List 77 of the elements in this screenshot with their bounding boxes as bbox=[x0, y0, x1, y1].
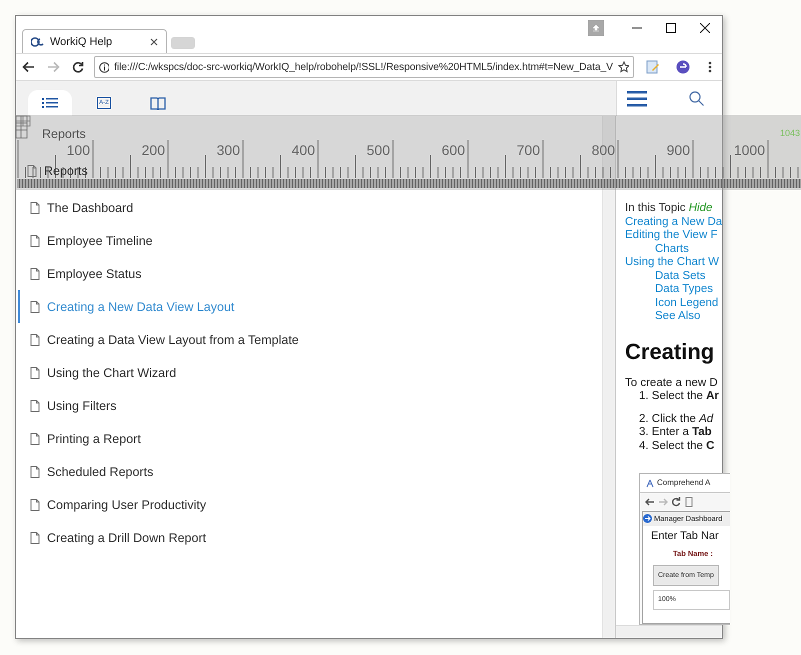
topic-link[interactable]: Icon Legend bbox=[625, 296, 718, 310]
toc-item[interactable]: Printing a Report bbox=[18, 422, 602, 455]
hide-link[interactable]: Hide bbox=[688, 202, 712, 214]
list-icon bbox=[42, 97, 58, 109]
reload-icon[interactable] bbox=[72, 61, 84, 73]
toc-item[interactable]: Creating a Data View Layout from a Template bbox=[18, 323, 602, 356]
extension-icon[interactable] bbox=[676, 60, 690, 74]
document-icon bbox=[30, 234, 40, 246]
upload-icon bbox=[592, 24, 600, 32]
back-icon[interactable] bbox=[22, 61, 35, 73]
minimize-icon bbox=[632, 27, 642, 29]
sidebar-tab[interactable] bbox=[28, 90, 72, 116]
document-icon bbox=[30, 202, 40, 214]
address-field[interactable]: file:///C:/wkspcs/doc-src-workiq/WorkIQ_help/robohelp/!SSL!/Responsive%20HTML5/index.htm#t=New_Data_V bbox=[94, 56, 634, 78]
close-icon bbox=[700, 23, 710, 33]
ruler-number: 500 bbox=[366, 142, 390, 158]
toc-item[interactable]: Employee Status bbox=[18, 257, 602, 290]
breadcrumb[interactable]: Reports bbox=[42, 127, 86, 141]
ruler-number: 900 bbox=[666, 142, 690, 158]
topic-toc-label: In this Topic bbox=[625, 202, 686, 214]
toc-item[interactable]: Using Filters bbox=[18, 389, 602, 422]
ruler-number: 400 bbox=[292, 142, 315, 158]
topic-link[interactable]: Data Sets bbox=[625, 270, 706, 284]
toc-item[interactable]: Creating a Drill Down Report bbox=[18, 521, 602, 554]
step-text: 1. Select the Ar bbox=[638, 390, 719, 404]
document-icon bbox=[30, 432, 40, 444]
toc-item[interactable]: Using the Chart Wizard bbox=[18, 356, 602, 389]
maximize-icon bbox=[666, 23, 676, 33]
nav-arrows-icon bbox=[645, 497, 693, 508]
ruler-grid-icon bbox=[15, 115, 28, 139]
step-text: 4. Select the C bbox=[638, 440, 714, 454]
browser-tab[interactable]: WorkiQ Help bbox=[22, 29, 167, 53]
ruler-readout: 1043 bbox=[780, 128, 800, 138]
toc-item[interactable]: Comparing User Productivity bbox=[18, 488, 602, 521]
ruler-number: 100 bbox=[66, 142, 90, 158]
topic-link[interactable]: See Also bbox=[625, 310, 700, 324]
topic-link[interactable]: Editing the View F bbox=[625, 229, 718, 243]
ruler-number: 700 bbox=[516, 142, 540, 158]
info-icon bbox=[99, 62, 110, 72]
ruler-number: 1000 bbox=[734, 142, 765, 158]
ruler-number: 800 bbox=[592, 142, 615, 158]
menu-icon[interactable] bbox=[627, 90, 647, 106]
paragraph: To create a new D bbox=[625, 376, 718, 390]
ruler-number: 200 bbox=[142, 142, 165, 158]
document-icon bbox=[30, 498, 40, 510]
document-icon bbox=[30, 532, 40, 544]
horizontal-scrollbar[interactable] bbox=[616, 625, 722, 638]
book-icon bbox=[150, 96, 166, 110]
document-icon bbox=[30, 300, 40, 312]
menu-dots-icon[interactable] bbox=[708, 61, 712, 73]
document-icon bbox=[30, 366, 40, 378]
dialog-title: Enter Tab Nar bbox=[650, 530, 720, 544]
topic-heading: Creating bbox=[625, 338, 714, 365]
topic-link[interactable]: Using the Chart W bbox=[625, 256, 719, 270]
search-icon[interactable] bbox=[689, 91, 704, 106]
step-text: 3. Enter a Tab bbox=[638, 426, 712, 440]
tab-title: Comprehend A bbox=[657, 477, 710, 490]
ruler-number: 600 bbox=[442, 142, 465, 158]
star-icon[interactable] bbox=[618, 61, 629, 73]
document-icon bbox=[27, 165, 37, 177]
document-icon bbox=[30, 268, 40, 280]
document-icon bbox=[30, 400, 40, 412]
step-text: 2. Click the Ad bbox=[638, 412, 714, 426]
document-icon bbox=[30, 466, 40, 478]
topic-link[interactable]: Charts bbox=[625, 242, 689, 256]
close-icon[interactable] bbox=[150, 38, 158, 46]
topic-link[interactable]: Creating a New Da bbox=[625, 216, 722, 230]
document-icon bbox=[30, 334, 40, 346]
notepad-icon[interactable] bbox=[646, 60, 660, 74]
site-logo-icon bbox=[31, 36, 44, 46]
app-logo-icon bbox=[646, 478, 654, 488]
toc-item[interactable]: Scheduled Reports bbox=[18, 455, 602, 488]
ruler-controls-icon bbox=[15, 115, 31, 127]
topic-link[interactable]: Data Types bbox=[625, 283, 713, 297]
toc-item[interactable]: The Dashboard bbox=[18, 191, 602, 224]
toc-item[interactable]: Employee Timeline bbox=[18, 224, 602, 257]
ruler-number: 300 bbox=[216, 142, 240, 158]
